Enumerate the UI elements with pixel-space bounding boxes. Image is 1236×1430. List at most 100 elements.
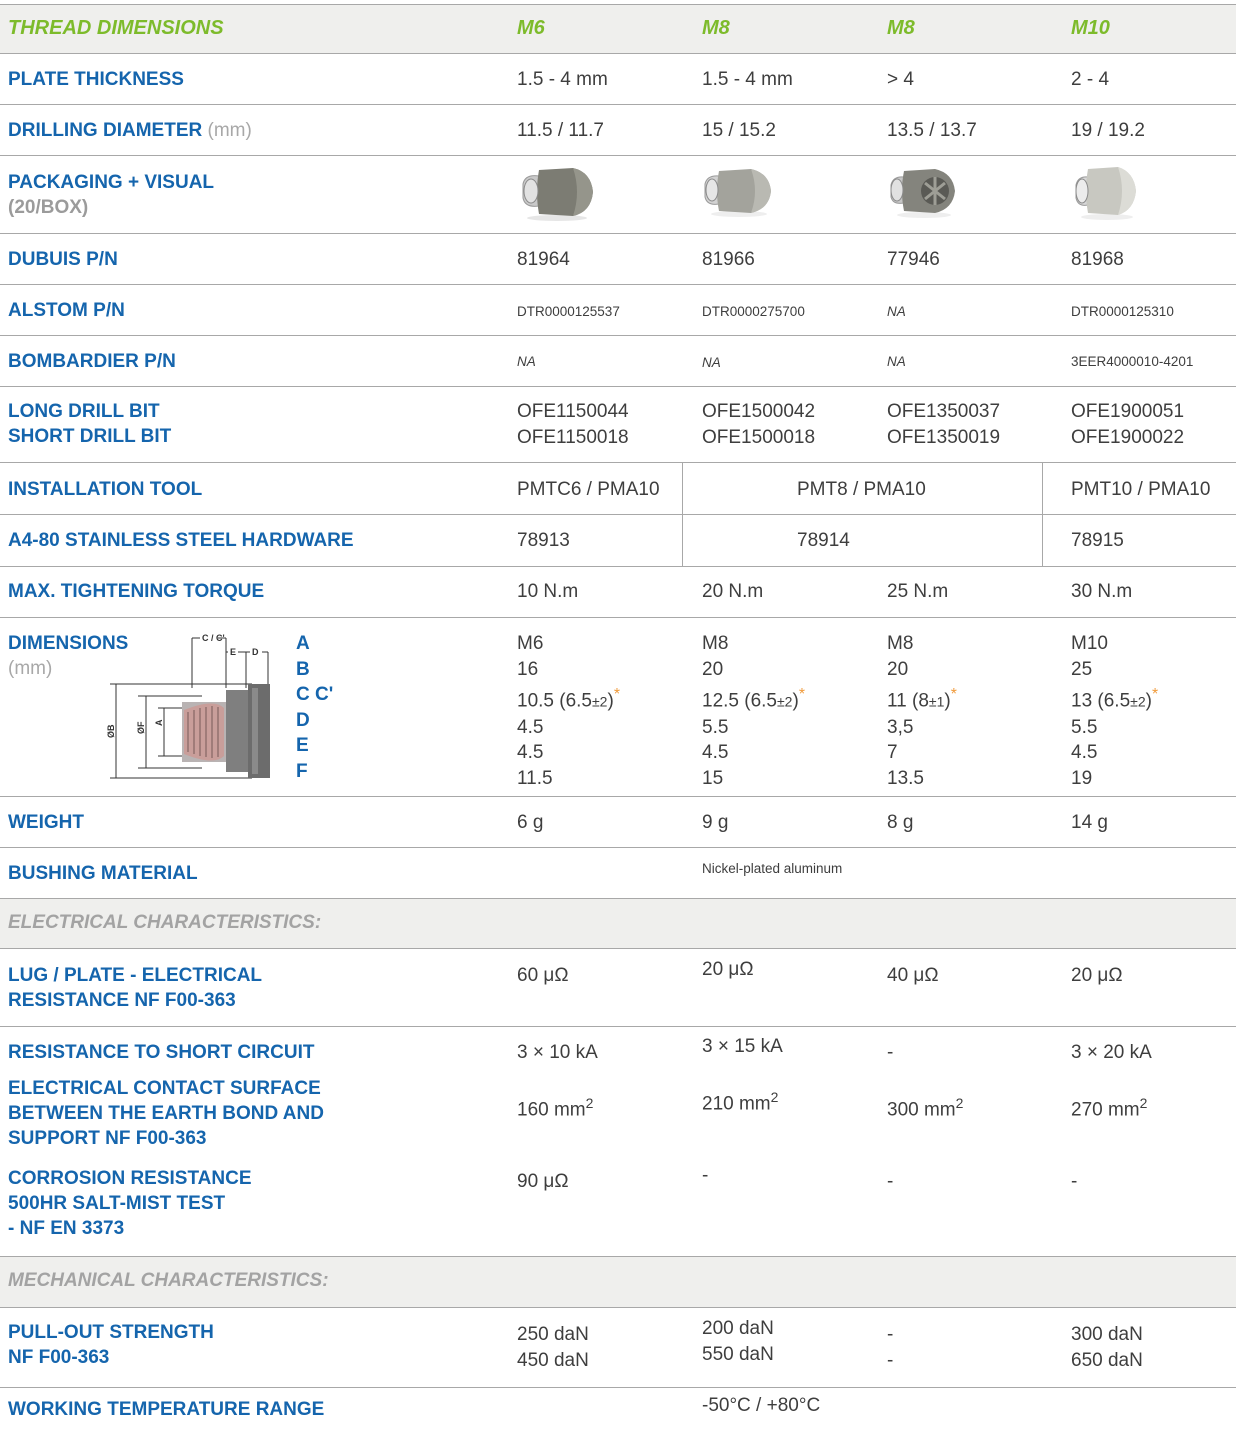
diagram-label-d: D bbox=[252, 647, 259, 657]
lug-resistance-value: 20 μΩ bbox=[702, 959, 754, 980]
divider bbox=[0, 566, 1236, 567]
bombardier-pn-value: NA bbox=[887, 354, 906, 369]
dimension-diagram: C / C' E D ØB ØF A bbox=[106, 633, 270, 779]
lug-resistance-value: 20 μΩ bbox=[1071, 965, 1123, 986]
plate-thickness-value: 1.5 - 4 mm bbox=[702, 69, 793, 90]
weight-value: 14 g bbox=[1071, 812, 1108, 833]
installation-tool-value: PMTC6 / PMA10 bbox=[517, 479, 660, 500]
alstom-pn-value: DTR0000275700 bbox=[702, 304, 805, 319]
header-col-3: M8 bbox=[887, 17, 915, 39]
divider bbox=[0, 335, 1236, 336]
bombardier-pn-label: BOMBARDIER P/N bbox=[8, 351, 176, 372]
short-circuit-value: 3 × 10 kA bbox=[517, 1042, 598, 1063]
dimension-values: M6 16 10.5 (6.5±2)* 4.5 4.5 11.5 bbox=[517, 633, 620, 789]
pull-out-value: 250 daN 450 daN bbox=[517, 1324, 589, 1371]
plate-thickness-value: 1.5 - 4 mm bbox=[517, 69, 608, 90]
dubuis-pn-value: 77946 bbox=[887, 249, 940, 270]
electrical-section-heading: ELECTRICAL CHARACTERISTICS: bbox=[8, 912, 322, 933]
diagram-label-e: E bbox=[230, 647, 236, 657]
short-circuit-label: RESISTANCE TO SHORT CIRCUIT bbox=[8, 1042, 315, 1063]
header-col-1: M6 bbox=[517, 17, 545, 39]
contact-surface-value: 160 mm2 bbox=[517, 1095, 594, 1121]
corrosion-value: - bbox=[887, 1171, 894, 1192]
dimension-values: M8 20 12.5 (6.5±2)* 5.5 4.5 15 bbox=[702, 633, 805, 789]
bushing-material-label: BUSHING MATERIAL bbox=[8, 863, 198, 884]
divider bbox=[0, 514, 1236, 515]
divider bbox=[0, 53, 1236, 54]
divider bbox=[0, 233, 1236, 234]
weight-value: 6 g bbox=[517, 812, 544, 833]
dimension-values: M8 20 11 (8±1)* 3,5 7 13.5 bbox=[887, 633, 957, 789]
drill-bit-labels: LONG DRILL BIT SHORT DRILL BIT bbox=[8, 399, 171, 449]
hardware-value: 78913 bbox=[517, 530, 570, 551]
torque-value: 10 N.m bbox=[517, 581, 579, 602]
plate-thickness-value: > 4 bbox=[887, 69, 914, 90]
header-col-4: M10 bbox=[1071, 17, 1110, 39]
drill-bit-values: OFE1150044 OFE1150018 bbox=[517, 401, 629, 448]
alstom-pn-label: ALSTOM P/N bbox=[8, 300, 125, 321]
dimension-values: M10 25 13 (6.5±2)* 5.5 4.5 19 bbox=[1071, 633, 1159, 789]
contact-surface-value: 210 mm2 bbox=[702, 1089, 779, 1115]
contact-surface-label: ELECTRICAL CONTACT SURFACE BETWEEN THE E… bbox=[8, 1078, 324, 1149]
corrosion-label: CORROSION RESISTANCE 500HR SALT-MIST TES… bbox=[8, 1168, 252, 1239]
bombardier-pn-value: 3EER4000010-4201 bbox=[1071, 354, 1194, 369]
long-drill-bit-label: LONG DRILL BIT bbox=[8, 401, 160, 422]
corrosion-value: 90 μΩ bbox=[517, 1171, 569, 1192]
installation-tool-label: INSTALLATION TOOL bbox=[8, 479, 203, 500]
contact-surface-value: 300 mm2 bbox=[887, 1095, 964, 1121]
divider bbox=[0, 155, 1236, 156]
pull-out-value: -- bbox=[887, 1324, 894, 1371]
diagram-label-b: ØB bbox=[106, 724, 116, 738]
short-drill-bit-label: SHORT DRILL BIT bbox=[8, 426, 172, 447]
dubuis-pn-label: DUBUIS P/N bbox=[8, 249, 118, 270]
packaging-sub-label: (20/BOX) bbox=[8, 197, 89, 218]
divider bbox=[0, 1387, 1236, 1388]
bombardier-pn-value: NA bbox=[517, 354, 536, 369]
drill-bit-values: OFE1350037 OFE1350019 bbox=[887, 401, 1001, 448]
installation-tool-value: PMT10 / PMA10 bbox=[1071, 479, 1211, 500]
bushing-m6-image bbox=[522, 168, 593, 221]
divider bbox=[0, 386, 1236, 387]
dubuis-pn-value: 81966 bbox=[702, 249, 755, 270]
header-col-2: M8 bbox=[702, 17, 730, 39]
alstom-pn-value: NA bbox=[887, 304, 906, 319]
divider bbox=[0, 1026, 1236, 1027]
divider bbox=[0, 284, 1236, 285]
drilling-diameter-value: 11.5 / 11.7 bbox=[517, 120, 604, 141]
mechanical-section-heading: MECHANICAL CHARACTERISTICS: bbox=[8, 1270, 329, 1291]
diagram-label-f: ØF bbox=[136, 721, 146, 734]
bushing-material-value: Nickel-plated aluminum bbox=[702, 861, 843, 876]
plate-thickness-value: 2 - 4 bbox=[1071, 69, 1110, 90]
dubuis-pn-value: 81968 bbox=[1071, 249, 1124, 270]
hardware-label: A4-80 STAINLESS STEEL HARDWARE bbox=[8, 530, 354, 551]
bombardier-pn-value: NA bbox=[702, 355, 721, 370]
drilling-diameter-value: 15 / 15.2 bbox=[702, 120, 776, 141]
dubuis-pn-value: 81964 bbox=[517, 249, 570, 270]
bushing-m8-image bbox=[704, 169, 771, 217]
divider bbox=[0, 948, 1236, 949]
weight-value: 9 g bbox=[702, 812, 729, 833]
drilling-diameter-label: DRILLING DIAMETER (mm) bbox=[8, 120, 252, 141]
corrosion-value: - bbox=[702, 1165, 709, 1186]
drilling-diameter-value: 13.5 / 13.7 bbox=[887, 120, 977, 141]
contact-surface-value: 270 mm2 bbox=[1071, 1095, 1148, 1121]
alstom-pn-value: DTR0000125310 bbox=[1071, 304, 1174, 319]
unit-label: (mm) bbox=[207, 120, 252, 141]
installation-tool-value: PMT8 / PMA10 bbox=[797, 479, 926, 500]
torque-value: 30 N.m bbox=[1071, 581, 1133, 602]
hardware-value: 78915 bbox=[1071, 530, 1124, 551]
plate-thickness-label: PLATE THICKNESS bbox=[8, 69, 184, 90]
diagram-label-a: A bbox=[154, 719, 164, 726]
pull-out-value: 300 daN 650 daN bbox=[1071, 1324, 1143, 1371]
divider bbox=[0, 617, 1236, 618]
lug-resistance-label: LUG / PLATE - ELECTRICAL RESISTANCE NF F… bbox=[8, 965, 263, 1011]
bushing-m8-slotted-image bbox=[890, 169, 955, 218]
dimension-letters: A B C C' D E F bbox=[296, 633, 334, 782]
spec-table: THREAD DIMENSIONS M6 M8 M8 M10 PLATE THI… bbox=[0, 0, 1236, 1430]
temperature-label: WORKING TEMPERATURE RANGE bbox=[8, 1399, 325, 1420]
lug-resistance-value: 40 μΩ bbox=[887, 965, 939, 986]
torque-value: 20 N.m bbox=[702, 581, 764, 602]
short-circuit-value: 3 × 15 kA bbox=[702, 1036, 783, 1057]
packaging-label: PACKAGING + VISUAL (20/BOX) bbox=[8, 172, 215, 218]
torque-value: 25 N.m bbox=[887, 581, 949, 602]
